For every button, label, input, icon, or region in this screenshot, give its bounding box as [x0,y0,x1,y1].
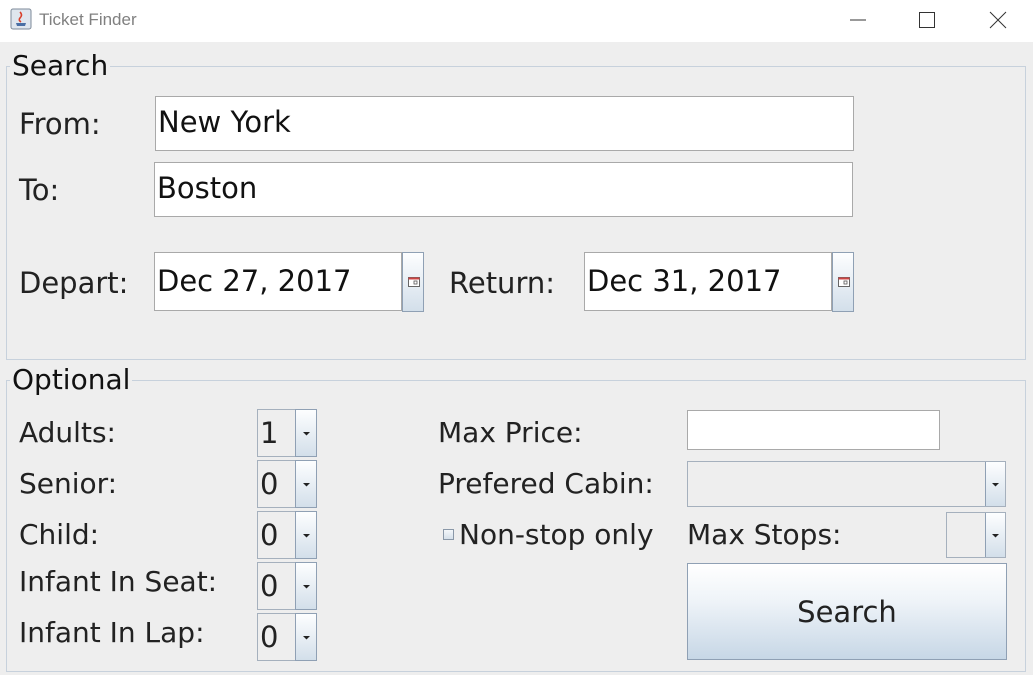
infant-in-lap-label: Infant In Lap: [19,616,205,649]
search-group-title: Search [10,49,111,82]
senior-dropdown-button[interactable] [295,460,317,508]
chevron-down-icon [303,534,310,538]
maximize-icon [919,12,935,28]
infant-in-seat-value[interactable]: 0 [257,562,295,610]
infant-in-lap-value[interactable]: 0 [257,613,295,661]
chevron-down-icon [303,483,310,487]
depart-label: Depart: [19,266,129,300]
child-value[interactable]: 0 [257,511,295,559]
search-button[interactable]: Search [687,563,1007,660]
chevron-down-icon [303,585,310,589]
child-dropdown-button[interactable] [295,511,317,559]
adults-spinner[interactable]: 1 [257,409,317,457]
max-stops-label: Max Stops: [687,518,842,551]
child-spinner[interactable]: 0 [257,511,317,559]
from-label: From: [19,107,101,141]
window-title: Ticket Finder [39,10,137,29]
optional-group-title: Optional [10,363,133,396]
calendar-icon [838,277,850,287]
return-label: Return: [449,266,556,300]
max-stops-dropdown-button[interactable] [985,513,1005,557]
non-stop-label[interactable]: Non-stop only [459,518,654,552]
return-calendar-button[interactable] [832,252,854,312]
maximize-button[interactable] [895,0,959,40]
minimize-icon [850,19,866,21]
to-label: To: [19,173,60,207]
infant-in-lap-spinner[interactable]: 0 [257,613,317,661]
to-input[interactable]: Boston [154,162,853,217]
depart-calendar-button[interactable] [402,252,424,312]
senior-value[interactable]: 0 [257,460,295,508]
title-bar: Ticket Finder [0,0,1033,42]
infant-in-seat-spinner[interactable]: 0 [257,562,317,610]
adults-label: Adults: [19,416,116,449]
return-date-input[interactable]: Dec 31, 2017 [584,252,832,311]
max-price-input[interactable] [687,410,940,450]
infant-in-lap-dropdown-button[interactable] [295,613,317,661]
adults-value[interactable]: 1 [257,409,295,457]
prefered-cabin-dropdown-button[interactable] [985,462,1005,506]
close-button[interactable] [966,0,1030,40]
prefered-cabin-label: Prefered Cabin: [438,467,654,500]
max-stops-select[interactable] [946,512,1006,558]
infant-in-seat-label: Infant In Seat: [19,565,218,598]
adults-dropdown-button[interactable] [295,409,317,457]
child-label: Child: [19,518,100,551]
java-app-icon [10,8,32,30]
senior-spinner[interactable]: 0 [257,460,317,508]
chevron-down-icon [992,534,999,538]
non-stop-checkbox[interactable] [443,529,454,540]
chevron-down-icon [303,636,310,640]
calendar-icon [408,277,420,287]
close-icon [989,11,1007,29]
depart-date-input[interactable]: Dec 27, 2017 [154,252,402,311]
infant-in-seat-dropdown-button[interactable] [295,562,317,610]
prefered-cabin-select[interactable] [687,461,1006,507]
chevron-down-icon [303,432,310,436]
max-price-label: Max Price: [438,416,583,449]
chevron-down-icon [992,483,999,487]
senior-label: Senior: [19,467,118,500]
minimize-button[interactable] [826,0,890,40]
from-input[interactable]: New York [155,96,854,151]
